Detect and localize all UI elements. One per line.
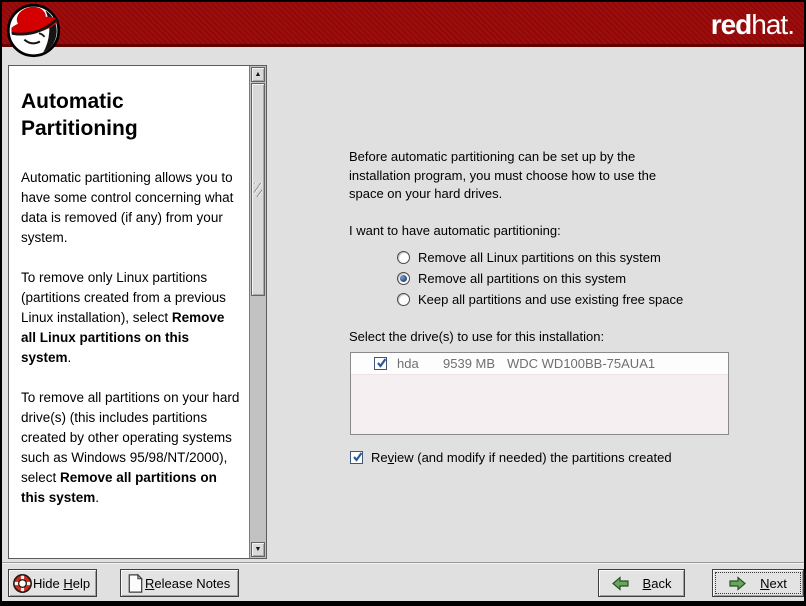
redhat-shadowman-icon [6,3,61,58]
drive-select-prompt: Select the drive(s) to use for this inst… [349,329,604,344]
scroll-down-icon[interactable]: ▼ [251,542,265,557]
back-label-mnemonic: B [643,576,652,591]
help-paragraph-3-post: . [95,490,99,505]
help-paragraph-1-text: Automatic partitioning allows you to hav… [21,170,233,245]
help-panel: Automatic Partitioning Automatic partiti… [8,65,267,559]
scrollbar-grip [254,183,262,197]
back-label: Back [643,576,672,591]
help-paragraph-3: To remove all partitions on your hard dr… [21,388,241,508]
release-notes-label-mnemonic: R [145,576,154,591]
next-label-post: ext [770,576,787,591]
help-title: Automatic Partitioning [21,88,241,142]
hide-help-label: Hide Help [33,576,90,591]
review-label-post: iew (and modify if needed) the partition… [394,450,672,465]
intro-text: Before automatic partitioning can be set… [349,148,689,204]
help-scrollbar[interactable]: ▲ ▼ [249,66,266,558]
radio-option-remove-all[interactable]: Remove all partitions on this system [349,268,683,289]
back-button[interactable]: Back [598,569,685,597]
release-notes-label-post: elease Notes [154,576,230,591]
drive-checkbox-checked-icon[interactable] [374,357,387,370]
hide-help-label-post: elp [73,576,90,591]
scroll-up-icon[interactable]: ▲ [251,67,265,82]
radio-option-label: Keep all partitions and use existing fre… [418,292,683,307]
footer-separator [2,562,804,564]
help-paragraph-2: To remove only Linux partitions (partiti… [21,268,241,368]
help-content: Automatic Partitioning Automatic partiti… [9,66,249,558]
drive-size: 9539 MB [443,356,505,371]
document-icon [125,573,145,594]
header-banner: redhat. [2,2,804,47]
next-button[interactable]: Next [712,569,804,597]
drive-row-hda[interactable]: hda 9539 MB WDC WD100BB-75AUA1 [351,353,728,375]
help-paragraph-1: Automatic partitioning allows you to hav… [21,168,241,248]
redhat-wordmark: redhat. [711,10,794,40]
radio-option-label: Remove all Linux partitions on this syst… [418,250,661,265]
arrow-left-icon [612,576,629,591]
hide-help-label-pre: Hide [33,576,63,591]
wordmark-red: red [711,9,752,40]
scrollbar-thumb[interactable] [251,83,265,296]
hide-help-label-mnemonic: H [63,576,72,591]
installer-window: redhat. Automatic Partitioning Automatic… [0,0,806,606]
radio-option-remove-linux[interactable]: Remove all Linux partitions on this syst… [349,247,683,268]
radio-button-icon[interactable] [397,293,410,306]
radio-button-icon[interactable] [397,251,410,264]
review-checkbox-checked-icon[interactable] [350,451,363,464]
radio-button-selected-icon[interactable] [397,272,410,285]
radio-option-label: Remove all partitions on this system [418,271,626,286]
wordmark-hat: hat [751,9,787,40]
next-label-mnemonic: N [760,576,769,591]
radio-option-keep-all[interactable]: Keep all partitions and use existing fre… [349,289,683,310]
review-checkbox-row[interactable]: Review (and modify if needed) the partit… [350,450,672,465]
drive-model: WDC WD100BB-75AUA1 [507,356,655,371]
next-label: Next [760,576,787,591]
partitioning-radio-group: Remove all Linux partitions on this syst… [349,247,683,310]
arrow-right-icon [729,576,746,591]
partitioning-question: I want to have automatic partitioning: [349,223,561,238]
life-preserver-icon [12,573,33,594]
drive-name: hda [397,356,431,371]
help-paragraph-2-post: . [68,350,72,365]
wordmark-period: . [787,9,794,40]
hide-help-button[interactable]: Hide Help [8,569,97,597]
release-notes-button[interactable]: Release Notes [120,569,239,597]
drive-list[interactable]: hda 9539 MB WDC WD100BB-75AUA1 [350,352,729,435]
release-notes-label: Release Notes [145,576,230,591]
review-label-pre: Re [371,450,388,465]
review-checkbox-label: Review (and modify if needed) the partit… [371,450,672,465]
back-label-post: ack [651,576,671,591]
